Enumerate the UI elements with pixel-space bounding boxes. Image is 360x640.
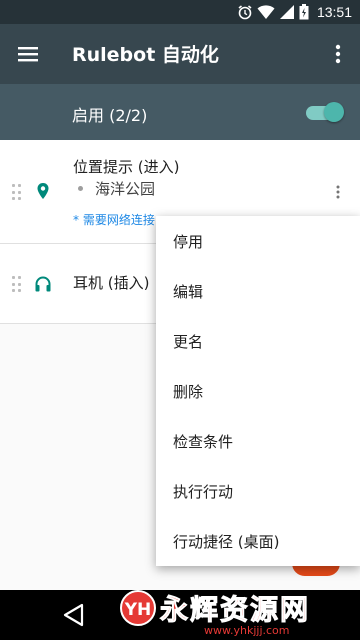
app-bar: Rulebot 自动化: [0, 24, 360, 84]
signal-icon: [279, 5, 294, 19]
rule-title: 耳机 (插入): [73, 274, 150, 292]
drag-handle-icon[interactable]: [12, 184, 22, 202]
battery-icon: [299, 4, 309, 20]
watermark-text: 永辉资源网: [159, 593, 311, 627]
enable-toggle[interactable]: [306, 102, 344, 122]
bullet: [78, 186, 83, 191]
drag-handle-icon[interactable]: [12, 276, 22, 294]
headphones-icon: [35, 276, 51, 292]
status-time: 13:51: [316, 4, 352, 20]
status-bar: 13:51: [0, 0, 360, 24]
app-title: Rulebot 自动化: [72, 44, 219, 66]
toggle-thumb: [324, 102, 344, 122]
menu-item-delete[interactable]: 删除: [156, 366, 360, 416]
overflow-icon: [336, 185, 340, 199]
location-pin-icon: [37, 183, 49, 199]
menu-icon: [18, 47, 38, 62]
back-icon[interactable]: [60, 602, 88, 628]
menu-item-disable[interactable]: 停用: [156, 216, 360, 266]
menu-item-edit[interactable]: 编辑: [156, 266, 360, 316]
rule-subtitle: 海洋公园: [95, 180, 156, 198]
menu-button[interactable]: [10, 34, 46, 74]
watermark-logo: YH: [120, 590, 156, 626]
enable-bar: 启用 (2/2): [0, 84, 360, 140]
menu-item-action-shortcut[interactable]: 行动捷径 (桌面): [156, 516, 360, 566]
svg-text:YH: YH: [124, 600, 152, 620]
rule-context-menu: 停用 编辑 更名 删除 检查条件 执行行动 行动捷径 (桌面): [156, 216, 360, 566]
wifi-icon: [257, 5, 275, 19]
menu-item-run-actions[interactable]: 执行行动: [156, 466, 360, 516]
status-icons: 13:51: [237, 0, 352, 24]
menu-item-rename[interactable]: 更名: [156, 316, 360, 366]
enable-label: 启用 (2/2): [72, 106, 148, 125]
alarm-icon: [238, 5, 252, 20]
overflow-icon: [335, 44, 341, 64]
overflow-menu-button[interactable]: [326, 34, 350, 74]
watermark: YH 永辉资源网 www.yhkjjj.com: [118, 588, 348, 637]
watermark-url: www.yhkjjj.com: [204, 624, 290, 637]
rule-note: * 需要网络连接: [73, 213, 155, 227]
rule-more-button[interactable]: [330, 180, 346, 204]
menu-item-check-conditions[interactable]: 检查条件: [156, 416, 360, 466]
rule-title: 位置提示 (进入): [73, 158, 180, 176]
